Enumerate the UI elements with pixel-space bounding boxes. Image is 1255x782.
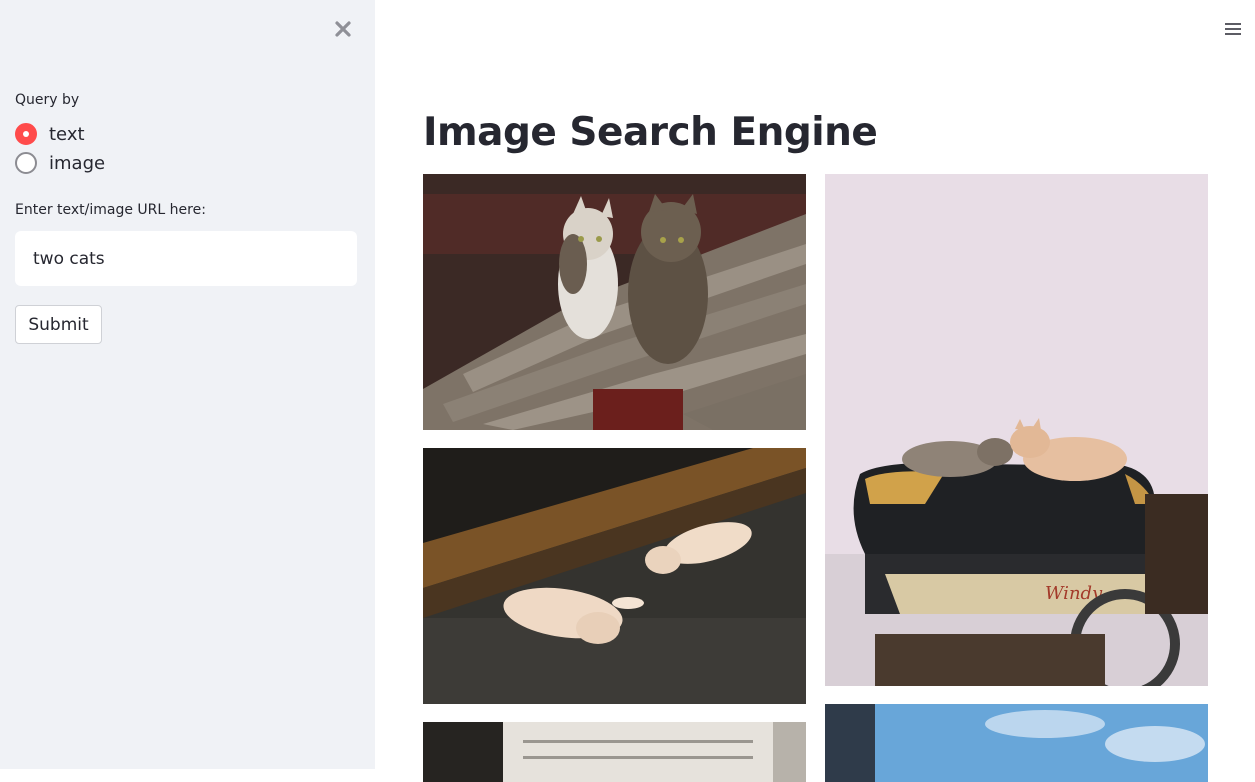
main-menu-button[interactable]: [1224, 20, 1242, 38]
radio-label-text: text: [49, 123, 85, 145]
radio-unchecked-icon[interactable]: [15, 152, 37, 174]
cats-on-bench-photo: [423, 174, 806, 430]
url-input-label: Enter text/image URL here:: [15, 202, 206, 218]
close-icon: [335, 21, 351, 37]
result-image-4[interactable]: [423, 722, 806, 782]
cats-sleeping-photo: [423, 448, 806, 704]
result-image-5[interactable]: [825, 704, 1208, 782]
radio-label-image: image: [49, 152, 106, 174]
radio-checked-icon[interactable]: [15, 123, 37, 145]
page-title: Image Search Engine: [423, 110, 878, 155]
cats-on-motorcycle-photo: Windy: [825, 174, 1208, 686]
hamburger-menu-icon: [1225, 23, 1241, 35]
radio-option-image[interactable]: image: [15, 152, 105, 174]
result-image-2[interactable]: [423, 448, 806, 704]
submit-button[interactable]: Submit: [15, 305, 102, 344]
query-by-label: Query by: [15, 92, 80, 108]
sidebar: Query by text image Enter text/image URL…: [0, 0, 375, 769]
query-input[interactable]: [15, 231, 357, 286]
result-image-1[interactable]: [423, 174, 806, 430]
main-content: Image Search Engine Windy: [375, 0, 1255, 782]
partial-photo: [423, 722, 806, 782]
result-image-3[interactable]: Windy: [825, 174, 1208, 686]
radio-option-text[interactable]: text: [15, 123, 85, 145]
close-sidebar-button[interactable]: [333, 19, 353, 39]
sky-photo: [825, 704, 1208, 782]
